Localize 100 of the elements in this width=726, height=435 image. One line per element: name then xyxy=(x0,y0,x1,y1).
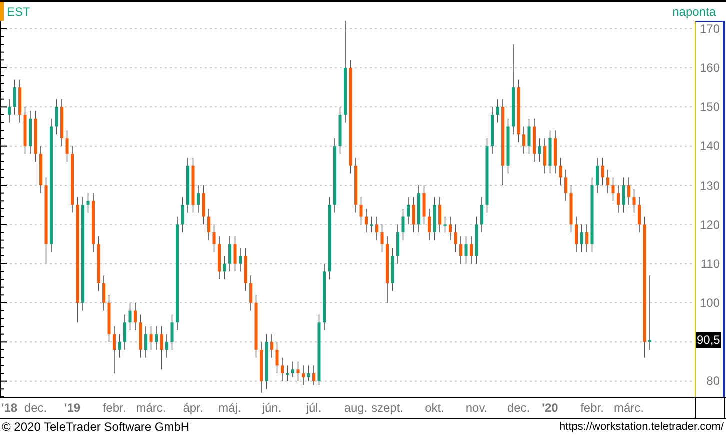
candle xyxy=(260,342,263,394)
candle xyxy=(338,106,342,155)
candle xyxy=(365,208,368,233)
candle xyxy=(265,334,268,390)
candle xyxy=(360,196,363,226)
candle xyxy=(192,158,195,214)
candle xyxy=(307,365,310,382)
candle xyxy=(218,236,221,280)
price-tick-label: 170 xyxy=(700,22,720,36)
date-tick-label: aug. xyxy=(344,401,368,415)
candle xyxy=(24,106,27,155)
date-tick-label: nov. xyxy=(466,401,488,415)
price-tick-label: 110 xyxy=(700,256,720,271)
candle xyxy=(134,302,137,331)
candle xyxy=(380,224,384,252)
candle xyxy=(475,216,478,264)
candle xyxy=(407,196,410,226)
last-price-badge: 90,5 xyxy=(696,332,722,348)
candle xyxy=(113,326,116,374)
candle xyxy=(538,138,542,162)
candle xyxy=(202,185,206,226)
candle xyxy=(312,365,316,386)
candle xyxy=(160,326,164,370)
candle xyxy=(580,224,584,252)
candle xyxy=(150,326,153,350)
date-tick-label: máj. xyxy=(218,401,242,415)
candle xyxy=(517,79,520,143)
candle xyxy=(139,314,142,358)
candle xyxy=(212,224,216,252)
candle xyxy=(628,177,630,206)
candle xyxy=(533,118,536,162)
candle xyxy=(575,216,578,252)
price-tick-label: 150 xyxy=(700,100,720,114)
candle xyxy=(234,236,237,272)
candle xyxy=(92,192,95,252)
candle xyxy=(292,361,294,378)
price-tick-label: 160 xyxy=(700,61,720,75)
candle xyxy=(418,185,420,233)
candle xyxy=(223,256,226,280)
price-tick-label: 80 xyxy=(706,374,720,388)
candle xyxy=(622,177,626,214)
candle xyxy=(323,263,326,331)
candle xyxy=(281,357,284,382)
copyright-text: © 2020 TeleTrader Software GmbH xyxy=(2,420,190,434)
candle xyxy=(170,314,174,350)
candle xyxy=(412,196,416,233)
candle xyxy=(97,236,100,292)
price-tick-label: 130 xyxy=(700,178,720,192)
candle xyxy=(491,106,494,155)
price-tick-label: 140 xyxy=(700,139,720,154)
price-tick-label: 120 xyxy=(700,218,720,232)
candle xyxy=(617,185,620,214)
candle xyxy=(250,275,252,312)
candle xyxy=(391,248,394,292)
candle xyxy=(449,216,452,241)
date-tick-label: febr. xyxy=(580,401,604,415)
candle xyxy=(632,189,636,214)
candle xyxy=(396,224,400,264)
candle xyxy=(270,334,274,358)
date-tick-label: '20 xyxy=(542,401,558,415)
website-link[interactable]: https://workstation.teletrader.com/ xyxy=(560,421,724,433)
candle xyxy=(102,275,106,312)
candle xyxy=(144,326,148,358)
date-tick-label: '19 xyxy=(64,401,81,415)
candle xyxy=(239,248,242,272)
date-tick-label: márc. xyxy=(614,401,644,415)
candle xyxy=(554,130,557,174)
candle xyxy=(155,326,158,350)
candle xyxy=(29,110,32,155)
candle xyxy=(208,208,210,241)
candle xyxy=(276,342,279,374)
candle xyxy=(71,146,74,214)
candle xyxy=(128,302,132,331)
date-tick-label: jún. xyxy=(262,401,282,415)
candle xyxy=(254,294,258,358)
candle xyxy=(402,208,405,241)
date-tick-label: márc. xyxy=(136,401,166,415)
date-tick-label: ápr. xyxy=(183,401,204,415)
candle xyxy=(564,169,568,202)
candle xyxy=(302,365,305,386)
candle xyxy=(506,118,510,174)
candle xyxy=(496,98,500,124)
interval-label: naponta xyxy=(672,4,716,18)
candle xyxy=(18,79,22,124)
price-tick-label: 100 xyxy=(700,296,720,310)
candle xyxy=(118,334,122,358)
date-tick-label: júl. xyxy=(306,401,322,415)
series-marker xyxy=(0,2,4,21)
candle xyxy=(522,126,526,155)
candle xyxy=(197,185,200,214)
candle xyxy=(548,130,552,174)
candle xyxy=(528,118,531,155)
candle xyxy=(181,196,184,233)
candle xyxy=(470,236,473,264)
candle xyxy=(464,236,468,264)
candle xyxy=(108,294,111,343)
date-tick-label: okt. xyxy=(425,401,444,415)
candle xyxy=(228,236,232,272)
candle xyxy=(354,158,358,214)
candle xyxy=(66,130,69,162)
